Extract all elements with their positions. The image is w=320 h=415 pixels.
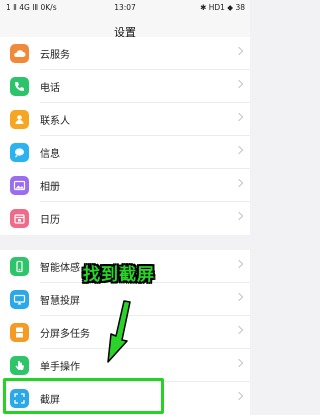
- setting-label: 单手操作: [40, 362, 80, 373]
- annotation-arrow-icon: [107, 300, 131, 363]
- setting-item-messages[interactable]: 信息: [0, 136, 250, 169]
- chevron-right-icon: [234, 292, 244, 302]
- split-screen-icon: [10, 323, 29, 342]
- setting-item-calendar[interactable]: 日历: [0, 202, 250, 235]
- annotation-highlight-box: [3, 378, 164, 414]
- calendar-icon: [10, 209, 29, 228]
- status-bar: 1 Ⅱ 4G ⅠⅡ 0K/s 13:07 ✱ HD1 ◆ 38: [0, 0, 250, 16]
- contacts-icon: [10, 110, 29, 129]
- setting-item-phone[interactable]: 电话: [0, 70, 250, 103]
- setting-label: 联系人: [40, 116, 70, 127]
- annotation-label: 找到截屏: [83, 265, 155, 285]
- setting-item-cloud[interactable]: 云服务: [0, 37, 250, 70]
- phone-icon: [10, 77, 29, 96]
- chevron-right-icon: [234, 358, 244, 368]
- chevron-right-icon: [234, 211, 244, 221]
- chevron-right-icon: [234, 178, 244, 188]
- chevron-right-icon: [234, 259, 244, 269]
- motion-icon: [10, 257, 29, 276]
- gallery-icon: [10, 176, 29, 195]
- chevron-right-icon: [234, 391, 244, 401]
- chevron-right-icon: [234, 112, 244, 122]
- setting-label: 电话: [40, 83, 60, 94]
- screencast-icon: [10, 290, 29, 309]
- setting-label: 日历: [40, 215, 60, 226]
- setting-label: 智能体感: [40, 263, 80, 274]
- setting-item-contacts[interactable]: 联系人: [0, 103, 250, 136]
- setting-item-gallery[interactable]: 相册: [0, 169, 250, 202]
- setting-label: 分屏多任务: [40, 329, 90, 340]
- chevron-right-icon: [234, 145, 244, 155]
- chevron-right-icon: [234, 325, 244, 335]
- settings-group-1: 云服务 电话 联系人 信息 相册 日历: [0, 37, 250, 235]
- setting-label: 云服务: [40, 50, 70, 61]
- setting-label: 信息: [40, 149, 60, 160]
- chevron-right-icon: [234, 46, 244, 56]
- status-battery: ✱ HD1 ◆ 38: [200, 3, 245, 12]
- cloud-icon: [10, 44, 29, 63]
- message-icon: [10, 143, 29, 162]
- chevron-right-icon: [234, 79, 244, 89]
- setting-label: 相册: [40, 182, 60, 193]
- setting-label: 智慧投屏: [40, 296, 80, 307]
- one-hand-icon: [10, 356, 29, 375]
